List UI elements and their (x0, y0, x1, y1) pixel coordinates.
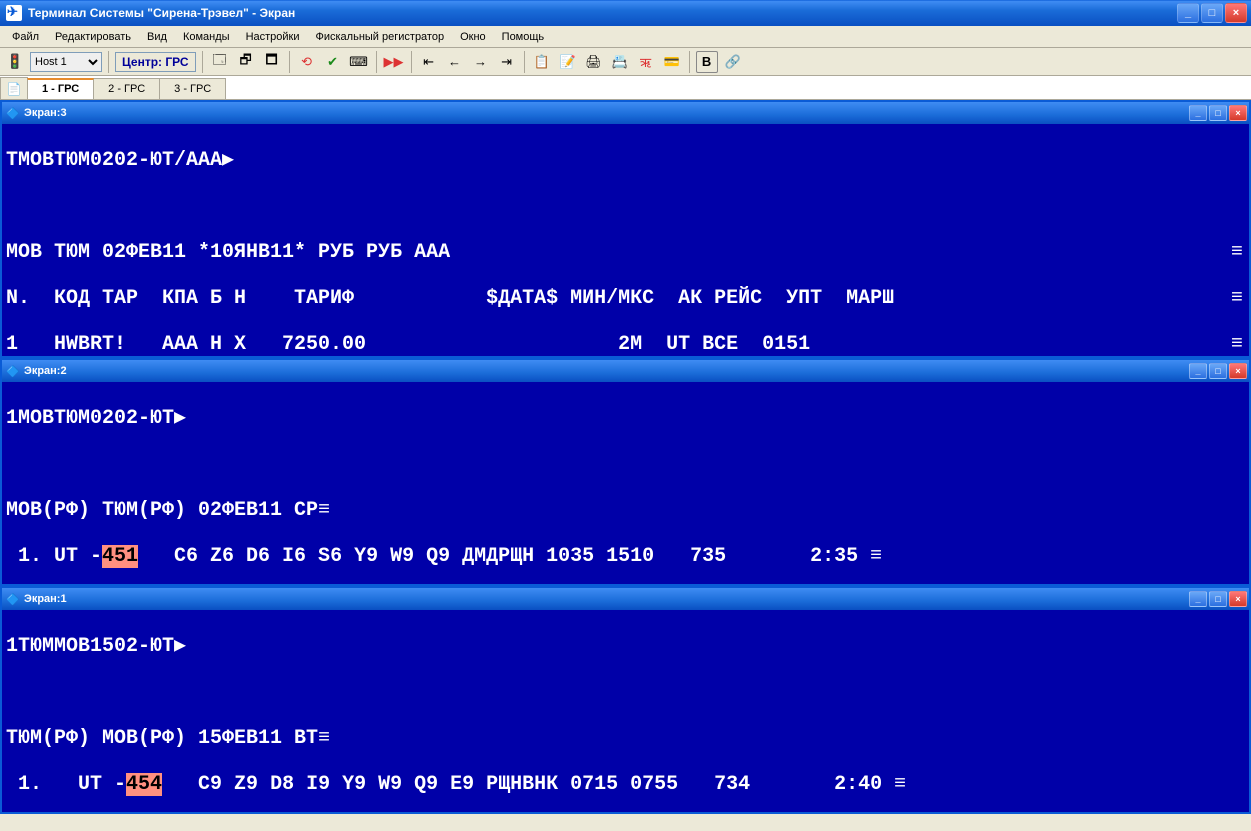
screen-1-maximize[interactable]: □ (1209, 591, 1227, 607)
screen-3-header1: МОВ ТЮМ 02ФЕВ11 *10ЯНВ11* РУБ РУБ ААА (6, 241, 450, 264)
toolbar: 🚦 Host 1 Центр: ГРС 🗔 🗗 🗖 ⟲ ✔ ⌨ ▶▶ ⇤ ← →… (0, 48, 1251, 76)
screen-1-command: 1ТЮММОВ1502-ЮТ (6, 635, 174, 658)
toolbar-btn-7[interactable]: ▶▶ (383, 51, 405, 73)
screen-1-terminal[interactable]: 1ТЮММОВ1502-ЮТ▶ ТЮМ(РФ) МОВ(РФ) 15ФЕВ11 … (2, 610, 1249, 812)
window-titlebar: Терминал Системы "Сирена-Трэвел" - Экран… (0, 0, 1251, 26)
cursor-icon: ▶ (174, 407, 186, 430)
screen-3-title: Экран:3 (24, 107, 1189, 119)
screen-1-header: ТЮМ(РФ) МОВ(РФ) 15ФЕВ11 ВТ (6, 727, 318, 750)
screen-icon: 🔷 (6, 364, 20, 378)
menu-bar: Файл Редактировать Вид Команды Настройки… (0, 26, 1251, 48)
screen-3-minimize[interactable]: _ (1189, 105, 1207, 121)
center-button[interactable]: Центр: ГРС (115, 52, 196, 72)
menu-view[interactable]: Вид (139, 28, 175, 46)
connection-status-icon[interactable]: 🚦 (4, 51, 26, 73)
more-icon: ≡ (318, 727, 330, 750)
tab-strip: 📄 1 - ГРС 2 - ГРС 3 - ГРС (0, 76, 1251, 100)
screen-2-close[interactable]: × (1229, 363, 1247, 379)
tab-1-grs[interactable]: 1 - ГРС (27, 78, 94, 99)
screen-2-maximize[interactable]: □ (1209, 363, 1227, 379)
more-icon: ≡ (1231, 333, 1243, 356)
toolbar-btn-3[interactable]: 🗖 (261, 51, 283, 73)
toolbar-btn-g[interactable]: В (696, 51, 718, 73)
screen-2-title: Экран:2 (24, 365, 1189, 377)
flight-number-highlight: 454 (126, 773, 162, 796)
toolbar-btn-d[interactable]: 📇 (609, 51, 631, 73)
toolbar-btn-4[interactable]: ⟲ (296, 51, 318, 73)
screen-icon: 🔷 (6, 592, 20, 606)
screen-3-terminal[interactable]: ТМОВТЮМ0202-ЮТ/ААА▶ МОВ ТЮМ 02ФЕВ11 *10Я… (2, 124, 1249, 356)
more-icon: ≡ (894, 773, 906, 796)
menu-file[interactable]: Файл (4, 28, 47, 46)
host-select[interactable]: Host 1 (30, 52, 102, 72)
menu-help[interactable]: Помощь (494, 28, 553, 46)
menu-edit[interactable]: Редактировать (47, 28, 139, 46)
screen-3-command: ТМОВТЮМ0202-ЮТ/ААА (6, 149, 222, 172)
toolbar-btn-f[interactable]: 💳 (661, 51, 683, 73)
more-icon: ≡ (1231, 287, 1243, 310)
flight-number-highlight: 451 (102, 545, 138, 568)
toolbar-btn-1[interactable]: 🗔 (209, 51, 231, 73)
cursor-icon: ▶ (174, 635, 186, 658)
menu-commands[interactable]: Команды (175, 28, 238, 46)
screen-2-titlebar[interactable]: 🔷 Экран:2 _ □ × (2, 360, 1249, 382)
window-close-button[interactable]: × (1225, 3, 1247, 23)
screen-2-terminal[interactable]: 1МОВТЮМ0202-ЮТ▶ МОВ(РФ) ТЮМ(РФ) 02ФЕВ11 … (2, 382, 1249, 584)
screen-1-minimize[interactable]: _ (1189, 591, 1207, 607)
nav-last-button[interactable]: ⇥ (496, 51, 518, 73)
screen-1-close[interactable]: × (1229, 591, 1247, 607)
screen-3-titlebar[interactable]: 🔷 Экран:3 _ □ × (2, 102, 1249, 124)
screen-1-titlebar[interactable]: 🔷 Экран:1 _ □ × (2, 588, 1249, 610)
cursor-icon: ▶ (222, 149, 234, 172)
screen-1-panel: 🔷 Экран:1 _ □ × 1ТЮММОВ1502-ЮТ▶ ТЮМ(РФ) … (0, 586, 1251, 814)
tab-3-grs[interactable]: 3 - ГРС (159, 78, 226, 99)
toolbar-btn-b[interactable]: 📝 (557, 51, 579, 73)
toolbar-btn-5[interactable]: ✔ (322, 51, 344, 73)
toolbar-btn-e[interactable]: ऋ (635, 51, 657, 73)
toolbar-btn-6[interactable]: ⌨ (348, 51, 370, 73)
toolbar-btn-c[interactable]: 🖨 (583, 51, 605, 73)
tab-2-grs[interactable]: 2 - ГРС (93, 78, 160, 99)
screen-1-title: Экран:1 (24, 593, 1189, 605)
window-minimize-button[interactable]: _ (1177, 3, 1199, 23)
screen-icon: 🔷 (6, 106, 20, 120)
screen-3-panel: 🔷 Экран:3 _ □ × ТМОВТЮМ0202-ЮТ/ААА▶ МОВ … (0, 100, 1251, 358)
nav-first-button[interactable]: ⇤ (418, 51, 440, 73)
screen-3-header2: N. КОД ТАР КПА Б Н ТАРИФ $ДАТА$ МИН/МКС … (6, 287, 894, 310)
more-icon: ≡ (318, 499, 330, 522)
menu-window[interactable]: Окно (452, 28, 494, 46)
nav-next-button[interactable]: → (470, 51, 492, 73)
window-title: Терминал Системы "Сирена-Трэвел" - Экран (28, 6, 1177, 20)
tab-corner-icon[interactable]: 📄 (0, 77, 28, 99)
more-icon: ≡ (870, 545, 882, 568)
screen-2-minimize[interactable]: _ (1189, 363, 1207, 379)
toolbar-btn-2[interactable]: 🗗 (235, 51, 257, 73)
more-icon: ≡ (1231, 241, 1243, 264)
nav-prev-button[interactable]: ← (444, 51, 466, 73)
window-maximize-button[interactable]: □ (1201, 3, 1223, 23)
menu-fiscal[interactable]: Фискальный регистратор (308, 28, 453, 46)
toolbar-btn-a[interactable]: 📋 (531, 51, 553, 73)
app-icon (6, 5, 22, 21)
menu-settings[interactable]: Настройки (238, 28, 308, 46)
screen-3-close[interactable]: × (1229, 105, 1247, 121)
toolbar-btn-h[interactable]: 🔗 (722, 51, 744, 73)
table-row: 1 HWBRT! ААА Н Х 7250.00 2М UT ВСЕ 0151 (6, 333, 810, 356)
screen-2-command: 1МОВТЮМ0202-ЮТ (6, 407, 174, 430)
flight-row: 1. UT - (6, 545, 102, 568)
screen-2-panel: 🔷 Экран:2 _ □ × 1МОВТЮМ0202-ЮТ▶ МОВ(РФ) … (0, 358, 1251, 586)
screen-2-header: МОВ(РФ) ТЮМ(РФ) 02ФЕВ11 СР (6, 499, 318, 522)
flight-row: 1. UT - (6, 773, 126, 796)
screen-3-maximize[interactable]: □ (1209, 105, 1227, 121)
